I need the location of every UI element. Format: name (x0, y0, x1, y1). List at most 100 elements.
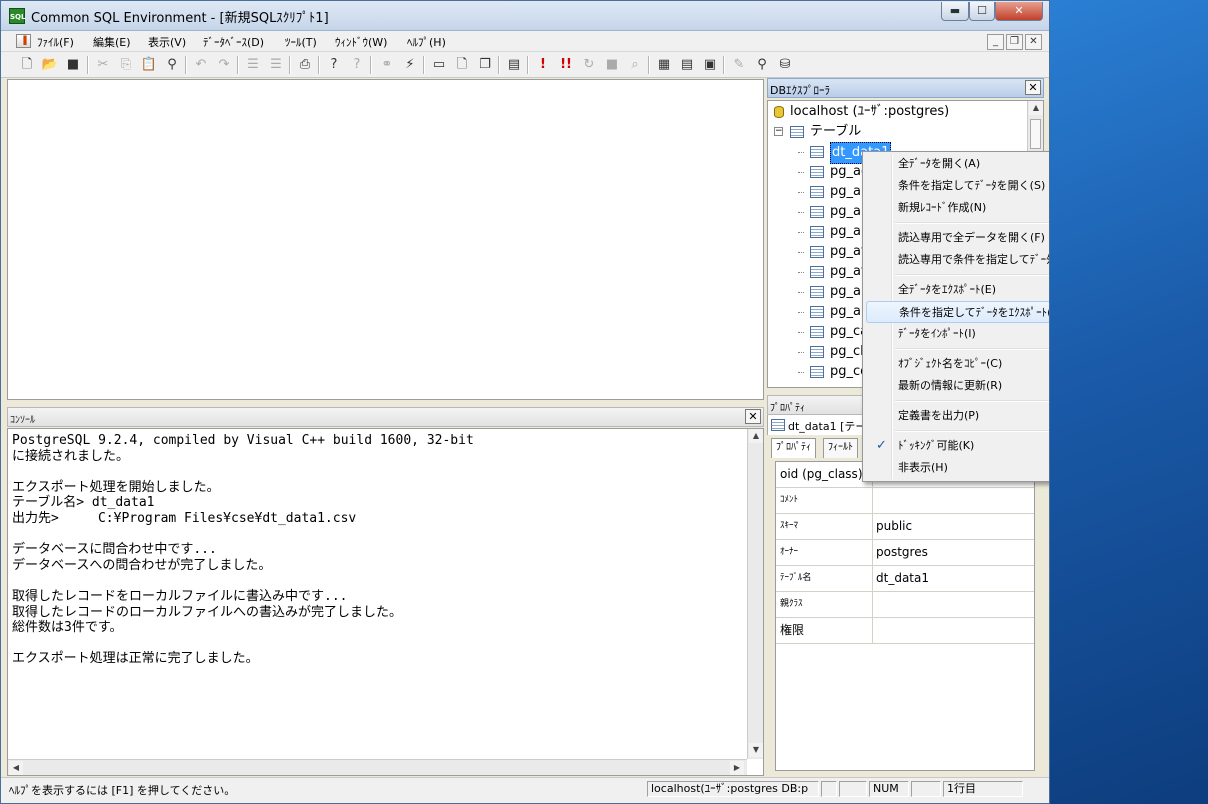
redo-icon[interactable]: ↷ (214, 55, 234, 75)
mdi-minimize-button[interactable]: _ (987, 34, 1004, 50)
paste-icon[interactable]: 📋 (139, 55, 159, 75)
property-row[interactable]: ｵｰﾅｰ postgres (776, 540, 1034, 566)
table-name-label: pg_ar (830, 184, 867, 199)
property-row[interactable]: ﾃｰﾌﾞﾙ名 dt_data1 (776, 566, 1034, 592)
menu-file[interactable]: ﾌｧｲﾙ(F) (37, 34, 74, 50)
maximize-button[interactable]: ☐ (969, 2, 995, 21)
menu-edit[interactable]: 編集(E) (93, 34, 131, 50)
db-explorer-close-icon[interactable]: ✕ (1025, 80, 1041, 95)
tree-connector (798, 192, 804, 200)
context-menu-item[interactable]: 全ﾃﾞｰﾀをｴｸｽﾎﾟｰﾄ(E) (866, 279, 1049, 301)
toolbar-separator (498, 56, 500, 74)
object-icon[interactable]: ⛁ (775, 55, 795, 75)
cut-icon[interactable]: ✂ (93, 55, 113, 75)
scroll-right-icon[interactable]: ▶ (730, 761, 744, 775)
console-title: ｺﾝｿｰﾙ (10, 415, 35, 426)
context-menu-item[interactable]: 全ﾃﾞｰﾀを開く(A) (866, 153, 1049, 175)
menu-window[interactable]: ｳｨﾝﾄﾞｳ(W) (335, 34, 387, 50)
toolbar-separator (723, 56, 725, 74)
context-menu-item[interactable]: 条件を指定してﾃﾞｰﾀを開く(S) (866, 175, 1049, 197)
context-menu-item[interactable]: ﾃﾞｰﾀをｲﾝﾎﾟｰﾄ(I) (866, 323, 1049, 345)
disconnect-icon[interactable]: ⚡ (400, 55, 420, 75)
table-icon (810, 206, 824, 218)
scroll-down-icon[interactable]: ▼ (749, 743, 763, 757)
minimize-button[interactable]: ▬ (941, 2, 969, 21)
context-menu-label: 最新の情報に更新(R) (898, 379, 1003, 392)
tab-properties[interactable]: ﾌﾟﾛﾊﾟﾃｨ (771, 438, 816, 458)
stop-icon[interactable]: ■ (602, 55, 622, 75)
sql-editor[interactable] (7, 79, 764, 400)
table-name-label: pg_at (830, 244, 867, 259)
grid-icon[interactable]: ▤ (677, 55, 697, 75)
scroll-thumb[interactable] (1030, 119, 1041, 149)
context-menu-item[interactable]: 読込専用で条件を指定してﾃﾞｰﾀを開く(L) (866, 249, 1049, 271)
help-icon[interactable]: ? (324, 55, 344, 75)
outdent-icon[interactable]: ☰ (266, 55, 286, 75)
step-icon[interactable]: ↻ (579, 55, 599, 75)
menu-separator (895, 430, 1049, 432)
collapse-icon[interactable]: − (774, 127, 783, 136)
console-output[interactable]: PostgreSQL 9.2.4, compiled by Visual C++… (7, 428, 764, 776)
context-help-icon[interactable]: ? (347, 55, 367, 75)
form-icon[interactable]: ▣ (700, 55, 720, 75)
save-icon[interactable]: ■ (63, 55, 83, 75)
context-menu-item[interactable]: 新規ﾚｺｰﾄﾞ作成(N) (866, 197, 1049, 219)
tab-fields[interactable]: ﾌｨｰﾙﾄ (823, 438, 858, 458)
property-row[interactable]: ｽｷｰﾏ public (776, 514, 1034, 540)
new-file-icon[interactable]: 🗋 (17, 55, 37, 75)
toolbar-separator (370, 56, 372, 74)
open-folder-icon[interactable]: 📂 (40, 55, 60, 75)
indent-icon[interactable]: ☰ (243, 55, 263, 75)
menu-view[interactable]: 表示(V) (148, 34, 186, 50)
scroll-left-icon[interactable]: ◀ (9, 761, 23, 775)
splitter[interactable] (7, 400, 764, 406)
table-name-label: pg_cl (830, 344, 864, 359)
console-scrollbar[interactable]: ▲ ▼ (747, 429, 763, 759)
tree-connector (798, 312, 804, 320)
context-menu-item[interactable]: 最新の情報に更新(R) (866, 375, 1049, 397)
connect-icon[interactable]: ⚭ (377, 55, 397, 75)
title-bar[interactable]: SQL Common SQL Environment - [新規SQLｽｸﾘﾌﾟ… (1, 1, 1049, 31)
property-row[interactable]: 権限 (776, 618, 1034, 644)
scroll-up-icon[interactable]: ▲ (749, 429, 763, 443)
new-window-icon[interactable]: 🗋 (452, 55, 472, 75)
execute-icon[interactable]: ! (533, 55, 553, 75)
context-menu-item[interactable]: ｵﾌﾞｼﾞｪｸﾄ名をｺﾋﾟｰ(C) (866, 353, 1049, 375)
property-key: ｺﾒﾝﾄ (776, 488, 873, 513)
execute-all-icon[interactable]: !! (556, 55, 576, 75)
properties-grid[interactable]: oid (pg_class) ｺﾒﾝﾄ ｽｷｰﾏ public ｵｰﾅｰ postgres… (775, 461, 1035, 771)
close-button[interactable]: ✕ (995, 2, 1043, 21)
context-menu-item[interactable]: 読込専用で全データを開く(F) (866, 227, 1049, 249)
console-hscrollbar[interactable]: ◀ ▶ (8, 759, 747, 775)
window-icon[interactable]: ▭ (429, 55, 449, 75)
property-row[interactable]: ｺﾒﾝﾄ (776, 488, 1034, 514)
find-icon[interactable]: ⚲ (162, 55, 182, 75)
table-icon (810, 306, 824, 318)
cascade-icon[interactable]: ❐ (475, 55, 495, 75)
menu-database[interactable]: ﾃﾞｰﾀﾍﾞｰｽ(D) (203, 34, 264, 50)
tools-icon[interactable]: ✎ (729, 55, 749, 75)
menu-separator (895, 222, 1049, 224)
undo-icon[interactable]: ↶ (191, 55, 211, 75)
mdi-close-button[interactable]: ✕ (1025, 34, 1042, 50)
context-menu-item[interactable]: 定義書を出力(P) (866, 405, 1049, 427)
document-icon[interactable]: ▐ (16, 34, 31, 48)
table-icon (810, 166, 824, 178)
toolbar-separator (423, 56, 425, 74)
property-row[interactable]: 親ｸﾗｽ (776, 592, 1034, 618)
menu-tools[interactable]: ﾂｰﾙ(T) (285, 34, 317, 50)
context-menu-item[interactable]: 条件を指定してﾃﾞｰﾀをｴｸｽﾎﾟｰﾄ(X) (866, 301, 1049, 323)
script-icon[interactable]: ▤ (504, 55, 524, 75)
print-icon[interactable]: ⎙ (295, 55, 315, 75)
menu-help[interactable]: ﾍﾙﾌﾟ(H) (407, 34, 446, 50)
copy-icon[interactable]: ⎘ (116, 55, 136, 75)
console-close-icon[interactable]: ✕ (745, 409, 761, 424)
explain-icon[interactable]: ⌕ (625, 55, 645, 75)
context-menu-item[interactable]: 非表示(H) (866, 457, 1049, 479)
toolbar-separator (237, 56, 239, 74)
mdi-restore-button[interactable]: ❐ (1006, 34, 1023, 50)
search-icon[interactable]: ⚲ (752, 55, 772, 75)
scroll-up-icon[interactable]: ▲ (1029, 101, 1043, 115)
context-menu-item[interactable]: ✓ ﾄﾞｯｷﾝｸﾞ可能(K) (866, 435, 1049, 457)
table-view-icon[interactable]: ▦ (654, 55, 674, 75)
